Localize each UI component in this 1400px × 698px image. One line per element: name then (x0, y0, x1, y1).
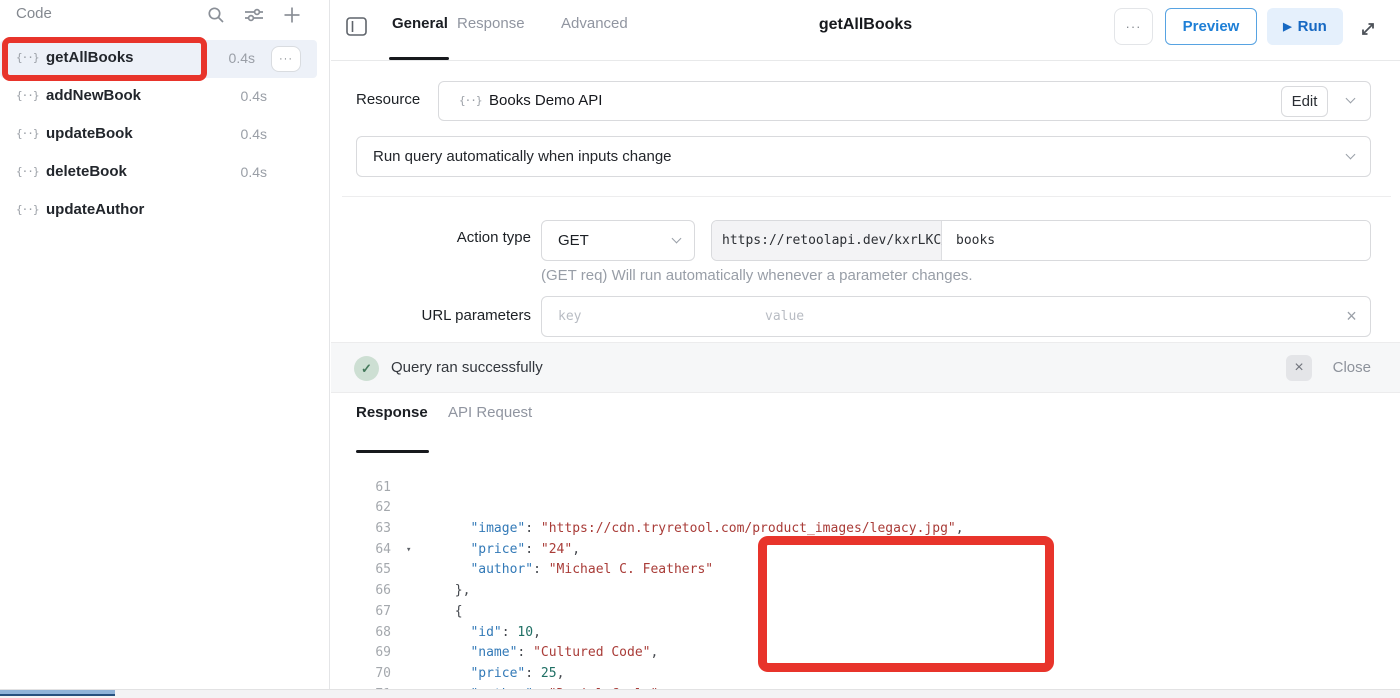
query-list: {··} getAllBooks 0.4s ··· {··} addNewBoo… (0, 40, 317, 230)
active-response-tab-underline (356, 450, 429, 453)
code-sidebar: Code {··} getAllBooks 0.4s ··· {··} addN… (0, 0, 330, 698)
code-braces-icon: {··} (459, 94, 482, 107)
query-name: deleteBook (46, 163, 127, 180)
success-check-icon: ✓ (354, 356, 379, 381)
bottom-strip (0, 689, 1400, 698)
tab-api-request[interactable]: API Request (448, 404, 532, 421)
run-button[interactable]: ▶Run (1267, 8, 1343, 45)
url-parameters-row: × (541, 296, 1371, 337)
query-list-item[interactable]: {··} deleteBook 0.4s (0, 154, 317, 192)
query-name: addNewBook (46, 87, 141, 104)
chevron-down-icon (1346, 94, 1356, 104)
search-icon[interactable] (205, 4, 227, 26)
run-mode-select[interactable]: Run query automatically when inputs chan… (356, 136, 1371, 177)
section-divider (342, 196, 1391, 197)
close-button-label[interactable]: Close (1333, 359, 1371, 376)
edit-resource-button[interactable]: Edit (1281, 86, 1328, 117)
param-value-input[interactable] (749, 297, 1333, 336)
code-line: 62 "price": "24", (331, 478, 1400, 499)
code-line: 61 "image": "https://cdn.tryretool.com/p… (331, 457, 1400, 478)
query-run-time: 0.4s (241, 164, 267, 180)
run-mode-value: Run query automatically when inputs chan… (373, 148, 672, 165)
success-banner: ✓ Query ran successfully × Close (331, 342, 1400, 393)
code-line: 70 } (331, 643, 1400, 664)
query-more-button[interactable]: ··· (271, 46, 301, 72)
play-icon: ▶ (1283, 21, 1291, 33)
code-braces-icon: {··} (16, 165, 39, 178)
query-name: getAllBooks (46, 49, 134, 66)
code-line: 71 ] (331, 664, 1400, 685)
query-run-time: 0.4s (241, 88, 267, 104)
query-list-item[interactable]: {··} updateAuthor (0, 192, 317, 230)
helper-text: (GET req) Will run automatically wheneve… (541, 267, 973, 284)
resource-select[interactable]: {··} Books Demo API Edit (438, 81, 1371, 121)
chevron-down-icon (672, 233, 682, 243)
query-run-time: 0.4s (241, 126, 267, 142)
code-line: 68 "price": 25, (331, 602, 1400, 623)
url-parameters-label: URL parameters (381, 307, 531, 324)
query-name: updateBook (46, 125, 133, 142)
action-type-select[interactable]: GET (541, 220, 695, 261)
bottom-progress-bar (0, 690, 115, 696)
query-editor-panel: General Response Advanced getAllBooks ··… (331, 0, 1400, 698)
chevron-down-icon (1346, 149, 1356, 159)
code-line: 65 ▾ { (331, 540, 1400, 561)
resource-label: Resource (356, 91, 420, 108)
query-list-item[interactable]: {··} addNewBook 0.4s (0, 78, 317, 116)
sidebar-title: Code (16, 5, 52, 22)
action-type-label: Action type (411, 229, 531, 246)
banner-message: Query ran successfully (391, 359, 543, 376)
more-options-button[interactable]: ··· (1114, 8, 1153, 45)
code-line: 63 "author": "Michael C. Feathers" (331, 498, 1400, 519)
url-path-input[interactable] (942, 221, 1370, 260)
resource-value: Books Demo API (489, 92, 602, 109)
response-json-viewer[interactable]: 61 "image": "https://cdn.tryretool.com/p… (331, 457, 1400, 685)
preview-button[interactable]: Preview (1165, 8, 1257, 45)
remove-param-icon[interactable]: × (1333, 297, 1370, 336)
query-editor-header: General Response Advanced getAllBooks ··… (331, 0, 1400, 61)
query-list-item[interactable]: {··} updateBook 0.4s (0, 116, 317, 154)
query-list-item[interactable]: {··} getAllBooks 0.4s ··· (0, 40, 317, 78)
query-name: updateAuthor (46, 201, 144, 218)
tab-response-result[interactable]: Response (356, 404, 428, 421)
active-tab-underline (389, 57, 449, 60)
url-prefix: https://retoolapi.dev/kxrLKC/ (712, 221, 942, 260)
code-braces-icon: {··} (16, 203, 39, 216)
url-input[interactable]: https://retoolapi.dev/kxrLKC/ (711, 220, 1371, 261)
expand-icon[interactable] (1359, 20, 1377, 38)
code-line: 66 "id": 10, (331, 560, 1400, 581)
code-line: 69 "author": "Daniel Coyle" (331, 623, 1400, 644)
query-run-time: 0.4s (229, 50, 255, 66)
param-key-input[interactable] (542, 297, 749, 336)
close-icon[interactable]: × (1286, 355, 1312, 381)
code-braces-icon: {··} (16, 89, 39, 102)
action-type-value: GET (558, 232, 589, 249)
code-braces-icon: {··} (16, 127, 39, 140)
plus-icon[interactable] (281, 4, 303, 26)
collapse-triangle-icon[interactable]: ▾ (406, 540, 411, 561)
code-braces-icon: {··} (16, 51, 39, 64)
code-line: 64 }, (331, 519, 1400, 540)
code-line: 67 "name": "Cultured Code", (331, 581, 1400, 602)
filter-sliders-icon[interactable] (243, 4, 265, 26)
